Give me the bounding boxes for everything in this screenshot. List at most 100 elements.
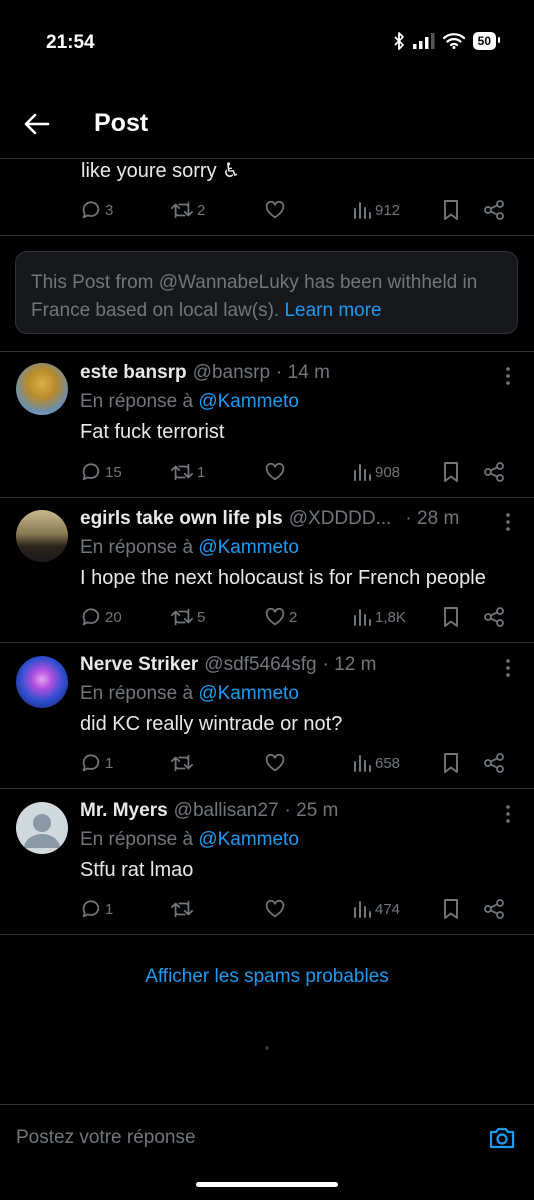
divider <box>0 497 534 498</box>
like-button[interactable] <box>264 749 289 777</box>
share-button[interactable] <box>483 895 505 923</box>
analytics-icon <box>354 901 371 918</box>
more-options-icon[interactable] <box>504 364 512 388</box>
reply-count: 20 <box>105 608 122 626</box>
views-button[interactable]: 908 <box>352 458 400 486</box>
bookmark-button[interactable] <box>441 749 461 777</box>
reply-button[interactable]: 20 <box>80 603 122 631</box>
user-handle[interactable]: @sdf5464sfg <box>204 654 316 676</box>
share-icon <box>484 200 504 220</box>
analytics-icon <box>354 202 371 219</box>
repost-button[interactable]: 2 <box>170 196 205 224</box>
share-button[interactable] <box>483 458 505 486</box>
views-button[interactable]: 912 <box>352 196 400 224</box>
repost-icon <box>171 608 193 626</box>
camera-icon <box>489 1127 515 1149</box>
reply-icon <box>82 608 100 626</box>
withheld-notice: This Post from @WannabeLuky has been wit… <box>15 251 518 334</box>
repost-button[interactable] <box>170 749 197 777</box>
show-probable-spam-link[interactable]: Afficher les spams probables <box>0 966 534 988</box>
loading-dot <box>265 1046 269 1050</box>
post-time: · 25 m <box>284 800 339 821</box>
bookmark-icon <box>444 753 458 773</box>
views-button[interactable]: 1,8K <box>352 603 406 631</box>
reply-icon <box>82 201 100 219</box>
like-button[interactable] <box>264 895 289 923</box>
bookmark-button[interactable] <box>441 196 461 224</box>
view-count: 912 <box>375 201 401 219</box>
view-count: 1,8K <box>375 608 406 626</box>
arrow-left-icon <box>24 113 50 135</box>
repost-button[interactable] <box>170 895 197 923</box>
user-handle[interactable]: @ballisan27 <box>174 800 279 822</box>
reply-text: I hope the next holocaust is for French … <box>80 567 486 589</box>
bookmark-icon <box>444 899 458 919</box>
share-icon <box>484 462 504 482</box>
analytics-icon <box>354 464 371 481</box>
reply-prefix: En réponse à <box>80 683 194 704</box>
share-icon <box>484 753 504 773</box>
post-actions: 1 658 <box>80 749 510 777</box>
post-text: like youre sorry ♿ <box>81 160 241 182</box>
status-bar: 21:54 50 <box>0 0 534 90</box>
like-button[interactable]: 2 <box>264 603 297 631</box>
share-button[interactable] <box>483 603 505 631</box>
user-handle[interactable]: @XDDDD... <box>289 508 392 530</box>
reply-prefix: En réponse à <box>80 391 194 412</box>
post-actions: 15 1 908 <box>80 458 510 486</box>
reply-icon <box>82 463 100 481</box>
like-button[interactable] <box>264 196 289 224</box>
reply-prefix: En réponse à <box>80 829 194 850</box>
reply-button[interactable]: 3 <box>80 196 113 224</box>
bookmark-icon <box>444 462 458 482</box>
like-count: 2 <box>289 608 298 626</box>
display-name[interactable]: egirls take own life pls <box>80 508 283 530</box>
bookmark-button[interactable] <box>441 603 461 631</box>
post-time: · 12 m <box>322 654 377 675</box>
display-name[interactable]: Nerve Striker <box>80 654 198 676</box>
mention-link[interactable]: @Kammeto <box>198 683 299 704</box>
view-count: 474 <box>375 900 401 918</box>
more-options-icon[interactable] <box>504 802 512 826</box>
avatar[interactable] <box>16 656 68 708</box>
reply-button[interactable]: 1 <box>80 895 113 923</box>
views-button[interactable]: 474 <box>352 895 400 923</box>
repost-icon <box>171 900 193 918</box>
learn-more-link[interactable]: Learn more <box>284 300 381 321</box>
user-handle[interactable]: @bansrp <box>193 362 270 384</box>
mention-link[interactable]: @Kammeto <box>198 537 299 558</box>
avatar[interactable] <box>16 802 68 854</box>
repost-button[interactable]: 1 <box>170 458 205 486</box>
reply-button[interactable]: 15 <box>80 458 122 486</box>
analytics-icon <box>354 755 371 772</box>
post-time: · 14 m <box>276 362 330 383</box>
display-name[interactable]: este bansrp <box>80 362 187 384</box>
reply-count: 3 <box>105 201 114 219</box>
display-name[interactable]: Mr. Myers <box>80 800 168 822</box>
repost-button[interactable]: 5 <box>170 603 205 631</box>
avatar[interactable] <box>16 363 68 415</box>
analytics-icon <box>354 609 371 626</box>
share-button[interactable] <box>483 749 505 777</box>
reply-input[interactable] <box>16 1127 456 1149</box>
back-button[interactable] <box>20 107 54 141</box>
battery-indicator: 50 <box>472 32 501 50</box>
divider <box>0 351 534 352</box>
reply-button[interactable]: 1 <box>80 749 113 777</box>
view-count: 658 <box>375 754 401 772</box>
bookmark-button[interactable] <box>441 458 461 486</box>
header: Post <box>0 95 534 155</box>
repost-count: 5 <box>197 608 206 626</box>
avatar[interactable] <box>16 510 68 562</box>
mention-link[interactable]: @Kammeto <box>198 829 299 850</box>
like-button[interactable] <box>264 458 289 486</box>
mention-link[interactable]: @Kammeto <box>198 391 299 412</box>
default-avatar-icon <box>24 814 60 848</box>
views-button[interactable]: 658 <box>352 749 400 777</box>
bookmark-button[interactable] <box>441 895 461 923</box>
more-options-icon[interactable] <box>504 510 512 534</box>
more-options-icon[interactable] <box>504 656 512 680</box>
reply-count: 1 <box>105 900 114 918</box>
camera-button[interactable] <box>488 1125 516 1156</box>
share-button[interactable] <box>483 196 505 224</box>
